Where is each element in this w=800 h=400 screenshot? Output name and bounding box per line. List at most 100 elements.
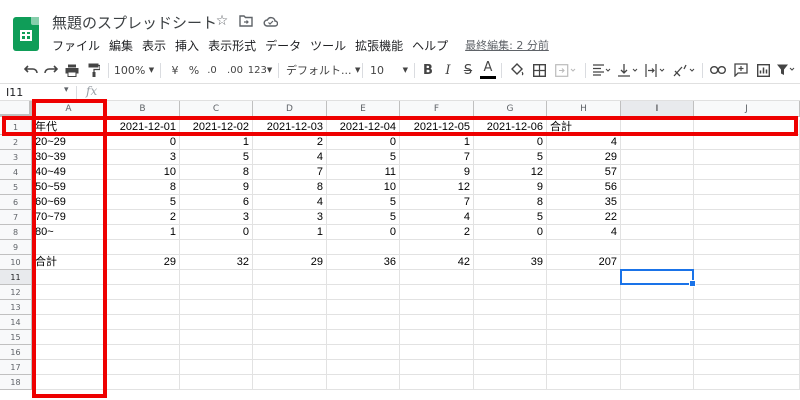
cell-i12[interactable] (621, 285, 694, 300)
cell-f13[interactable] (400, 300, 474, 315)
cell-e16[interactable] (327, 345, 400, 360)
cell-b14[interactable] (106, 315, 180, 330)
column-header-g[interactable]: G (474, 101, 547, 117)
menu-insert[interactable]: 挿入 (175, 37, 199, 54)
cell-c15[interactable] (180, 330, 253, 345)
text-rotation-icon[interactable] (671, 58, 697, 82)
cell-c3[interactable]: 5 (180, 150, 253, 165)
cell-g9[interactable] (474, 240, 547, 255)
decrease-decimal-button[interactable]: .0 (203, 58, 221, 82)
name-box[interactable]: I11 (6, 86, 23, 99)
cell-i15[interactable] (621, 330, 694, 345)
borders-icon[interactable] (530, 58, 548, 82)
cell-e18[interactable] (327, 375, 400, 390)
cell-b7[interactable]: 2 (106, 210, 180, 225)
font-size-select[interactable]: 10 ▼ (370, 58, 408, 82)
cell-h16[interactable] (547, 345, 621, 360)
menu-help[interactable]: ヘルプ (412, 37, 448, 54)
column-header-j[interactable]: J (694, 101, 800, 117)
undo-icon[interactable] (22, 58, 40, 82)
cell-i5[interactable] (621, 180, 694, 195)
cell-i2[interactable] (621, 135, 694, 150)
row-header-8[interactable]: 8 (0, 225, 32, 240)
row-header-4[interactable]: 4 (0, 165, 32, 180)
cell-i16[interactable] (621, 345, 694, 360)
cell-f10[interactable]: 42 (400, 255, 474, 270)
row-header-5[interactable]: 5 (0, 180, 32, 195)
cell-d3[interactable]: 4 (253, 150, 327, 165)
cell-e17[interactable] (327, 360, 400, 375)
cell-g12[interactable] (474, 285, 547, 300)
percent-format-button[interactable]: % (187, 58, 201, 82)
row-header-11[interactable]: 11 (0, 270, 32, 285)
cell-c12[interactable] (180, 285, 253, 300)
cell-h12[interactable] (547, 285, 621, 300)
cell-e14[interactable] (327, 315, 400, 330)
cell-c2[interactable]: 1 (180, 135, 253, 150)
insert-link-icon[interactable] (708, 58, 728, 82)
cloud-status-icon[interactable] (262, 13, 278, 29)
cell-e4[interactable]: 11 (327, 165, 400, 180)
cell-e2[interactable]: 0 (327, 135, 400, 150)
spreadsheet-grid[interactable]: A B C D E F G H I J 1 年代 2021-12-01 2021-12-02 2021-12… (0, 101, 800, 400)
column-header-d[interactable]: D (253, 101, 327, 117)
cell-f4[interactable]: 9 (400, 165, 474, 180)
text-wrapping-icon[interactable] (643, 58, 667, 82)
cell-i8[interactable] (621, 225, 694, 240)
cell-j14[interactable] (694, 315, 800, 330)
cell-c7[interactable]: 3 (180, 210, 253, 225)
cell-b12[interactable] (106, 285, 180, 300)
cell-d5[interactable]: 8 (253, 180, 327, 195)
row-header-17[interactable]: 17 (0, 360, 32, 375)
cell-c14[interactable] (180, 315, 253, 330)
cell-j5[interactable] (694, 180, 800, 195)
cell-b18[interactable] (106, 375, 180, 390)
cell-b11[interactable] (106, 270, 180, 285)
cell-f12[interactable] (400, 285, 474, 300)
cell-j6[interactable] (694, 195, 800, 210)
menu-file[interactable]: ファイル (52, 37, 100, 54)
last-edit-link[interactable]: 最終編集: 2 分前 (465, 37, 549, 54)
star-icon[interactable]: ☆ (214, 13, 230, 29)
formula-input[interactable] (110, 84, 790, 100)
cell-c16[interactable] (180, 345, 253, 360)
cell-g16[interactable] (474, 345, 547, 360)
text-color-button[interactable]: A (480, 59, 496, 79)
cell-h2[interactable]: 4 (547, 135, 621, 150)
currency-format-button[interactable]: ¥ (168, 58, 182, 82)
cell-f11[interactable] (400, 270, 474, 285)
column-header-h[interactable]: H (547, 101, 621, 117)
row-header-7[interactable]: 7 (0, 210, 32, 225)
font-family-select[interactable]: デフォルト... ▼ (286, 58, 360, 82)
cell-b2[interactable]: 0 (106, 135, 180, 150)
cell-b13[interactable] (106, 300, 180, 315)
cell-b3[interactable]: 3 (106, 150, 180, 165)
row-header-3[interactable]: 3 (0, 150, 32, 165)
cell-d8[interactable]: 1 (253, 225, 327, 240)
active-cell-selection[interactable] (620, 269, 696, 287)
cell-h9[interactable] (547, 240, 621, 255)
menu-format[interactable]: 表示形式 (208, 37, 256, 54)
cell-b5[interactable]: 8 (106, 180, 180, 195)
insert-chart-icon[interactable] (753, 58, 773, 82)
cell-d2[interactable]: 2 (253, 135, 327, 150)
cell-h7[interactable]: 22 (547, 210, 621, 225)
cell-j7[interactable] (694, 210, 800, 225)
cell-g14[interactable] (474, 315, 547, 330)
column-header-i[interactable]: I (621, 101, 694, 117)
cell-d17[interactable] (253, 360, 327, 375)
cell-i18[interactable] (621, 375, 694, 390)
cell-i13[interactable] (621, 300, 694, 315)
cell-c11[interactable] (180, 270, 253, 285)
cell-c10[interactable]: 32 (180, 255, 253, 270)
cell-h5[interactable]: 56 (547, 180, 621, 195)
cell-f6[interactable]: 7 (400, 195, 474, 210)
cell-f3[interactable]: 7 (400, 150, 474, 165)
cell-b4[interactable]: 10 (106, 165, 180, 180)
cell-e9[interactable] (327, 240, 400, 255)
cell-g4[interactable]: 12 (474, 165, 547, 180)
cell-g10[interactable]: 39 (474, 255, 547, 270)
menu-extensions[interactable]: 拡張機能 (355, 37, 403, 54)
increase-decimal-button[interactable]: .00 (225, 58, 245, 82)
cell-g13[interactable] (474, 300, 547, 315)
